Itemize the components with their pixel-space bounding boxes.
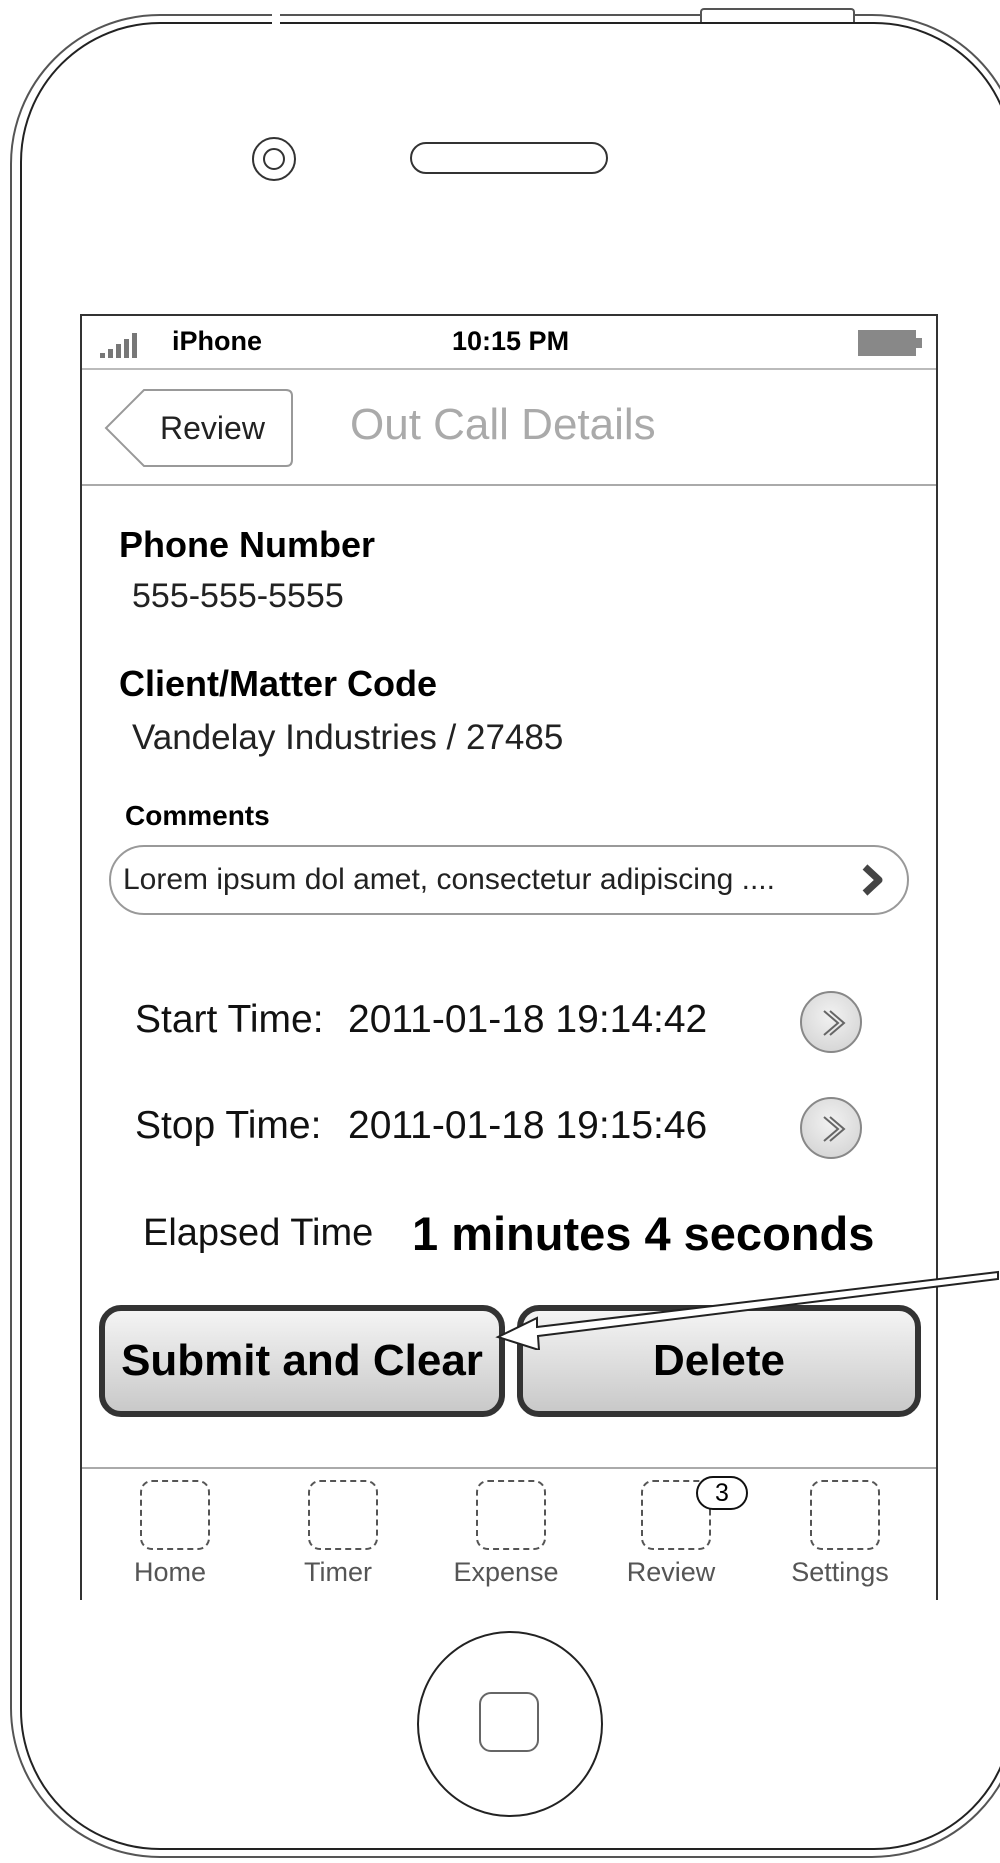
stop-time-label: Stop Time: [135, 1104, 322, 1147]
speaker-grille [410, 142, 608, 174]
tab-label: Expense [453, 1557, 559, 1587]
client-matter-label: Client/Matter Code [119, 663, 438, 704]
tab-timer[interactable]: Timer [268, 1478, 408, 1590]
chevron-right-icon [823, 1010, 846, 1036]
elapsed-time-label: Elapsed Time [143, 1212, 374, 1254]
comments-text: Lorem ipsum dol amet, consectetur adipis… [123, 863, 775, 896]
tab-label: Settings [791, 1557, 889, 1587]
frame-notch [272, 10, 280, 24]
start-time-label: Start Time: [135, 998, 324, 1041]
battery-icon [858, 330, 922, 356]
start-time-value: 2011-01-18 19:14:42 [348, 998, 708, 1041]
stop-time-value: 2011-01-18 19:15:46 [348, 1104, 708, 1147]
page-title: Out Call Details [350, 400, 656, 449]
home-square-icon [479, 1692, 539, 1752]
settings-icon [810, 1480, 880, 1550]
signal-strength-icon [100, 332, 137, 358]
tab-expense[interactable]: Expense [436, 1478, 576, 1590]
submit-and-clear-button[interactable]: Submit and Clear [99, 1305, 505, 1417]
tab-review[interactable]: 3 Review [601, 1476, 748, 1590]
chevron-right-icon [862, 864, 883, 896]
status-time: 10:15 PM [452, 326, 570, 356]
stop-time-disclosure-button[interactable] [800, 1097, 862, 1159]
review-badge: 3 [696, 1476, 748, 1510]
home-icon [140, 1480, 210, 1550]
chevron-right-icon [823, 1116, 846, 1142]
timer-icon [308, 1480, 378, 1550]
tab-settings[interactable]: Settings [770, 1478, 910, 1590]
phone-number-value: 555-555-5555 [132, 577, 344, 615]
back-button-label: Review [160, 410, 265, 446]
expense-icon [476, 1480, 546, 1550]
carrier-name: iPhone [172, 326, 263, 356]
phone-number-label: Phone Number [119, 524, 376, 565]
tab-label: Timer [304, 1557, 372, 1587]
client-matter-value: Vandelay Industries / 27485 [132, 718, 564, 757]
start-time-disclosure-button[interactable] [800, 991, 862, 1053]
comments-label: Comments [125, 800, 270, 831]
power-button [700, 8, 855, 22]
camera-icon [252, 137, 296, 181]
tab-home[interactable]: Home [100, 1478, 240, 1590]
comments-field[interactable]: Lorem ipsum dol amet, consectetur adipis… [109, 845, 909, 915]
back-button[interactable]: Review [104, 388, 294, 468]
tab-label: Home [133, 1557, 207, 1587]
tab-label: Review [626, 1557, 716, 1587]
annotation-arrow [495, 1270, 999, 1350]
